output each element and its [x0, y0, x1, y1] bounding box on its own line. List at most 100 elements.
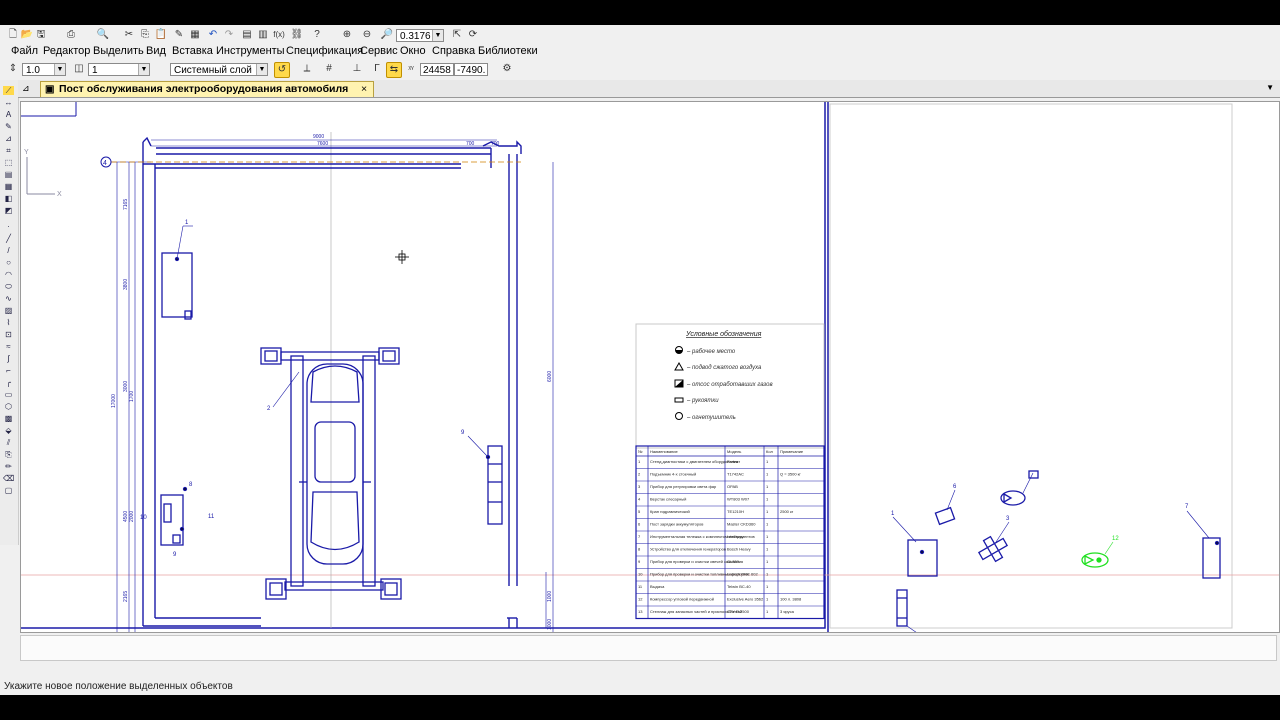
table-header: Кол — [766, 449, 773, 454]
app-window: 🗋 📂 🖫 ⎙ 🔍 ✂ ⎘ 📋 ✎ ▦ ↶ ↷ ▤ ▥ f(x) ⛓ ? ⊕ ⊖… — [0, 25, 1280, 695]
menu-specification[interactable]: Спецификация — [286, 45, 363, 57]
menu-file[interactable]: Файл — [11, 45, 38, 57]
spec-icon[interactable]: ▤ — [3, 170, 14, 179]
manager-icon[interactable]: ▤ — [240, 28, 254, 42]
print-icon[interactable]: ⎙ — [64, 28, 78, 42]
geometry-icon[interactable]: ⟋ — [3, 86, 14, 95]
menu-tools[interactable]: Инструменты — [216, 45, 285, 57]
dimension-icon[interactable]: ↔ — [3, 98, 14, 107]
pin-icon[interactable]: ⊿ — [22, 83, 30, 94]
variables-icon[interactable]: f(x) — [272, 28, 286, 42]
pencil-icon[interactable]: ✏ — [3, 462, 14, 471]
table-cell: 3 яруса — [780, 609, 795, 614]
link-icon[interactable]: ⛓ — [290, 28, 304, 42]
chevron-down-icon[interactable]: ▼ — [138, 64, 149, 75]
document-tab[interactable]: ▣ Пост обслуживания электрооборудования … — [40, 81, 374, 97]
menu-view[interactable]: Вид — [146, 45, 166, 57]
collect-icon[interactable]: ⬙ — [3, 426, 14, 435]
menu-insert[interactable]: Вставка — [172, 45, 213, 57]
open-icon[interactable]: 📂 — [20, 28, 34, 42]
undo-icon[interactable]: ↶ — [206, 28, 220, 42]
spline-icon[interactable]: ∿ — [3, 294, 14, 303]
copy-icon[interactable]: ⎘ — [138, 28, 152, 42]
tab-menu-icon[interactable]: ▼ — [1266, 83, 1274, 92]
menu-service[interactable]: Сервис — [360, 45, 398, 57]
macro-icon[interactable]: ▢ — [3, 486, 14, 495]
point-icon[interactable]: · — [3, 222, 14, 231]
parametric-icon[interactable]: Γ — [370, 62, 384, 76]
options-icon[interactable]: ⚙ — [500, 62, 514, 76]
measure-icon[interactable]: ⌗ — [3, 146, 14, 155]
local-snap-icon[interactable]: ⟂ — [300, 62, 314, 76]
table-cell: 1 — [766, 509, 769, 514]
chevron-down-icon[interactable]: ▼ — [432, 30, 443, 41]
segment-icon[interactable]: / — [3, 246, 14, 255]
table-icon[interactable]: ▦ — [188, 28, 202, 42]
designation-icon[interactable]: A — [3, 110, 14, 119]
aux-line-icon[interactable]: ╱ — [3, 234, 14, 243]
circle-icon[interactable]: ○ — [3, 258, 14, 267]
coord-x-field[interactable]: 24458 — [420, 63, 454, 76]
cut-icon[interactable]: ✂ — [122, 28, 136, 42]
pan-icon[interactable]: ⇱ — [450, 28, 464, 42]
coord-y-field[interactable]: -7490. — [454, 63, 488, 76]
menu-editor[interactable]: Редактор — [43, 45, 90, 57]
new-icon[interactable]: 🗋 — [6, 28, 20, 42]
zoom-combo[interactable]: 0.3176 ▼ — [396, 29, 444, 42]
round-icon[interactable]: ⇆ — [386, 62, 402, 78]
paste-icon[interactable]: 📋 — [154, 28, 168, 42]
menu-libraries[interactable]: Библиотеки — [478, 45, 538, 57]
grid-icon[interactable]: # — [322, 62, 336, 76]
menu-window[interactable]: Окно — [400, 45, 426, 57]
hatch-icon[interactable]: ▨ — [3, 306, 14, 315]
contour-icon[interactable]: ⊡ — [3, 330, 14, 339]
layer-icon[interactable]: ◫ — [72, 62, 86, 76]
library-icon[interactable]: ▥ — [256, 28, 270, 42]
refresh-icon[interactable]: ⟳ — [466, 28, 480, 42]
close-icon[interactable]: × — [361, 82, 367, 97]
table-cell: 1 — [638, 459, 641, 464]
polyline-icon[interactable]: ⌇ — [3, 318, 14, 327]
ortho-icon[interactable]: ⊥ — [350, 62, 364, 76]
redo-icon[interactable]: ↷ — [222, 28, 236, 42]
equidistant-icon[interactable]: ≈ — [3, 342, 14, 351]
layer-number-combo[interactable]: 1 ▼ — [88, 63, 150, 76]
fillet-icon[interactable]: ╭ — [3, 378, 14, 387]
texture-icon[interactable]: ▩ — [3, 414, 14, 423]
menu-help[interactable]: Справка — [432, 45, 475, 57]
chevron-down-icon[interactable]: ▼ — [54, 64, 65, 75]
callout-label: 3 — [1006, 516, 1010, 522]
cut-line-icon[interactable]: ⌫ — [3, 474, 14, 483]
polygon-icon[interactable]: ⬡ — [3, 402, 14, 411]
zoom-out-icon[interactable]: ⊖ — [360, 28, 374, 42]
menu-select[interactable]: Выделить — [93, 45, 144, 57]
zoom-window-icon[interactable]: 🔎 — [380, 28, 394, 42]
layer-name-combo[interactable]: Системный слой ▼ — [170, 63, 268, 76]
save-icon[interactable]: 🖫 — [34, 28, 48, 42]
help-icon[interactable]: ? — [310, 28, 324, 42]
chevron-down-icon[interactable]: ▼ — [256, 64, 267, 75]
fragment-icon[interactable]: ◩ — [3, 206, 14, 215]
drawing-canvas[interactable]: Y X 4 9000 7600 700 700 7165 3800 3000 4… — [20, 101, 1280, 633]
arc-icon[interactable]: ◠ — [3, 270, 14, 279]
properties-icon[interactable]: ✎ — [172, 28, 186, 42]
snap-icon[interactable]: ↺ — [274, 62, 290, 78]
edit-icon[interactable]: ✎ — [3, 122, 14, 131]
rectangle-icon[interactable]: ▭ — [3, 390, 14, 399]
step-combo[interactable]: 1.0 ▼ — [22, 63, 66, 76]
select-icon[interactable]: ⬚ — [3, 158, 14, 167]
table-cell: Bosch Heavy — [727, 547, 751, 552]
ellipse-icon[interactable]: ⬭ — [3, 282, 14, 291]
table-cell: 1 — [766, 609, 769, 614]
table-cell: 1 — [766, 522, 769, 527]
report-icon[interactable]: ▦ — [3, 182, 14, 191]
dim-text: 17000 — [111, 394, 117, 408]
copy-props-icon[interactable]: ⎘ — [3, 450, 14, 459]
line-break-icon[interactable]: ⫽ — [3, 438, 14, 447]
parametrize-icon[interactable]: ⊿ — [3, 134, 14, 143]
zoom-in-icon[interactable]: ⊕ — [340, 28, 354, 42]
insert-icon[interactable]: ◧ — [3, 194, 14, 203]
preview-icon[interactable]: 🔍 — [96, 28, 110, 42]
chamfer-icon[interactable]: ⌐ — [3, 366, 14, 375]
bezier-icon[interactable]: ∫ — [3, 354, 14, 363]
